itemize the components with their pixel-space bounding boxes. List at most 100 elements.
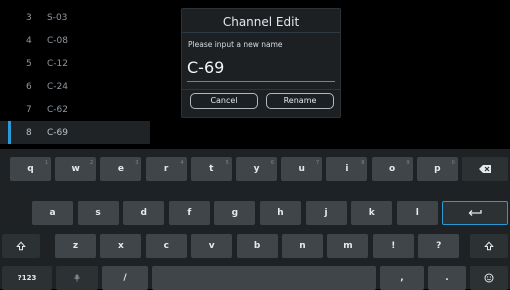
key-f[interactable]: f <box>168 201 210 225</box>
key-u[interactable]: u7 <box>281 157 323 181</box>
key-label: s <box>95 208 101 218</box>
channel-name: C-12 <box>47 59 68 69</box>
channel-list-item[interactable]: 5 C-12 <box>0 52 150 75</box>
key-b[interactable]: b <box>236 234 278 258</box>
key-label: g <box>231 208 239 218</box>
key-exclamation[interactable]: ! <box>372 234 414 258</box>
enter-icon <box>468 210 482 216</box>
key-q[interactable]: q1 <box>10 157 51 181</box>
key-label: ? <box>436 241 442 251</box>
key-c[interactable]: c <box>145 234 187 258</box>
channel-name: C-62 <box>47 105 68 115</box>
channel-number: 4 <box>26 36 32 46</box>
key-hint: 0 <box>451 160 455 166</box>
key-label: k <box>368 208 375 218</box>
channel-list-item[interactable]: 4 C-08 <box>0 29 150 52</box>
channel-list-item[interactable]: 8 C-69 <box>0 121 150 144</box>
channel-number: 3 <box>26 13 32 23</box>
key-hint: 6 <box>270 160 274 166</box>
key-label: a <box>49 208 56 218</box>
key-y[interactable]: y6 <box>236 157 277 181</box>
key-hint: 4 <box>180 160 184 166</box>
dialog-button-divider <box>182 89 340 90</box>
key-k[interactable]: k <box>351 201 393 225</box>
dialog-title: Channel Edit <box>222 15 300 29</box>
channel-number: 7 <box>26 105 32 115</box>
key-i[interactable]: i8 <box>326 157 368 181</box>
channel-number: 6 <box>26 82 32 92</box>
cancel-button[interactable]: Cancel <box>190 93 258 109</box>
key-w[interactable]: w2 <box>55 157 97 181</box>
key-hint: 3 <box>135 160 139 166</box>
key-j[interactable]: j <box>305 201 347 225</box>
rename-button[interactable]: Rename <box>266 93 334 109</box>
space-key[interactable] <box>152 266 376 290</box>
right-shift-key[interactable] <box>470 234 508 258</box>
key-label: i <box>345 164 349 174</box>
enter-key[interactable] <box>442 201 508 225</box>
key-label: t <box>209 164 214 174</box>
selection-marker <box>8 121 11 144</box>
key-question[interactable]: ? <box>418 234 460 258</box>
key-label: ! <box>391 241 396 251</box>
dialog-title-divider <box>182 32 340 33</box>
key-e[interactable]: e3 <box>100 157 142 181</box>
key-label: j <box>324 208 328 218</box>
key-label: b <box>253 241 261 251</box>
key-label: l <box>415 208 419 218</box>
key-p[interactable]: p0 <box>416 157 458 181</box>
microphone-key[interactable] <box>56 266 98 290</box>
backspace-icon <box>479 165 491 173</box>
channel-name: S-03 <box>47 13 68 23</box>
key-label: w <box>71 164 80 174</box>
key-v[interactable]: v <box>191 234 233 258</box>
key-hint: 1 <box>44 160 48 166</box>
left-shift-key[interactable] <box>2 234 40 258</box>
channel-list-item[interactable]: 3 S-03 <box>0 6 150 29</box>
channel-name-value: C-69 <box>187 58 225 77</box>
key-label: c <box>163 241 169 251</box>
key-l[interactable]: l <box>396 201 438 225</box>
key-hint: 5 <box>225 160 229 166</box>
key-r[interactable]: r4 <box>145 157 187 181</box>
channel-list-item[interactable]: 7 C-62 <box>0 98 150 121</box>
key-label: n <box>299 241 306 251</box>
shift-icon <box>484 241 494 251</box>
key-a[interactable]: a <box>32 201 73 225</box>
key-label: u <box>298 164 305 174</box>
channel-number: 8 <box>26 128 32 138</box>
key-hint: 8 <box>361 160 365 166</box>
key-h[interactable]: h <box>260 201 301 225</box>
emoji-icon <box>484 273 494 283</box>
symbols-key[interactable]: ?123 <box>2 266 52 290</box>
channel-list: 3 S-03 4 C-08 5 C-12 6 C-24 7 C-62 8 C-69 <box>0 0 150 149</box>
key-t[interactable]: t5 <box>190 157 232 181</box>
key-d[interactable]: d <box>123 201 165 225</box>
comma-key[interactable]: , <box>380 266 424 290</box>
slash-key[interactable]: / <box>102 266 148 290</box>
key-o[interactable]: o9 <box>371 157 413 181</box>
key-label: h <box>277 208 284 218</box>
channel-name: C-69 <box>47 128 68 138</box>
backspace-key[interactable] <box>462 157 508 181</box>
key-g[interactable]: g <box>214 201 256 225</box>
emoji-key[interactable] <box>470 266 508 290</box>
key-s[interactable]: s <box>77 201 119 225</box>
key-label: p <box>434 164 441 174</box>
channel-list-item[interactable]: 6 C-24 <box>0 75 150 98</box>
dialog-prompt: Please input a new name <box>188 40 283 49</box>
channel-name-input[interactable]: C-69 <box>187 57 335 82</box>
channel-number: 5 <box>26 59 32 69</box>
microphone-icon <box>74 274 80 282</box>
key-x[interactable]: x <box>100 234 142 258</box>
onscreen-keyboard: ?123 / , . q1w2e3r4t5y6u7i8o9p0asdfghjkl… <box>0 149 510 290</box>
key-label: v <box>208 241 215 251</box>
key-label: o <box>389 164 396 174</box>
key-label: y <box>253 164 260 174</box>
key-n[interactable]: n <box>282 234 323 258</box>
key-label: m <box>343 241 353 251</box>
key-z[interactable]: z <box>55 234 96 258</box>
key-m[interactable]: m <box>327 234 369 258</box>
channel-name: C-24 <box>47 82 68 92</box>
period-key[interactable]: . <box>428 266 466 290</box>
